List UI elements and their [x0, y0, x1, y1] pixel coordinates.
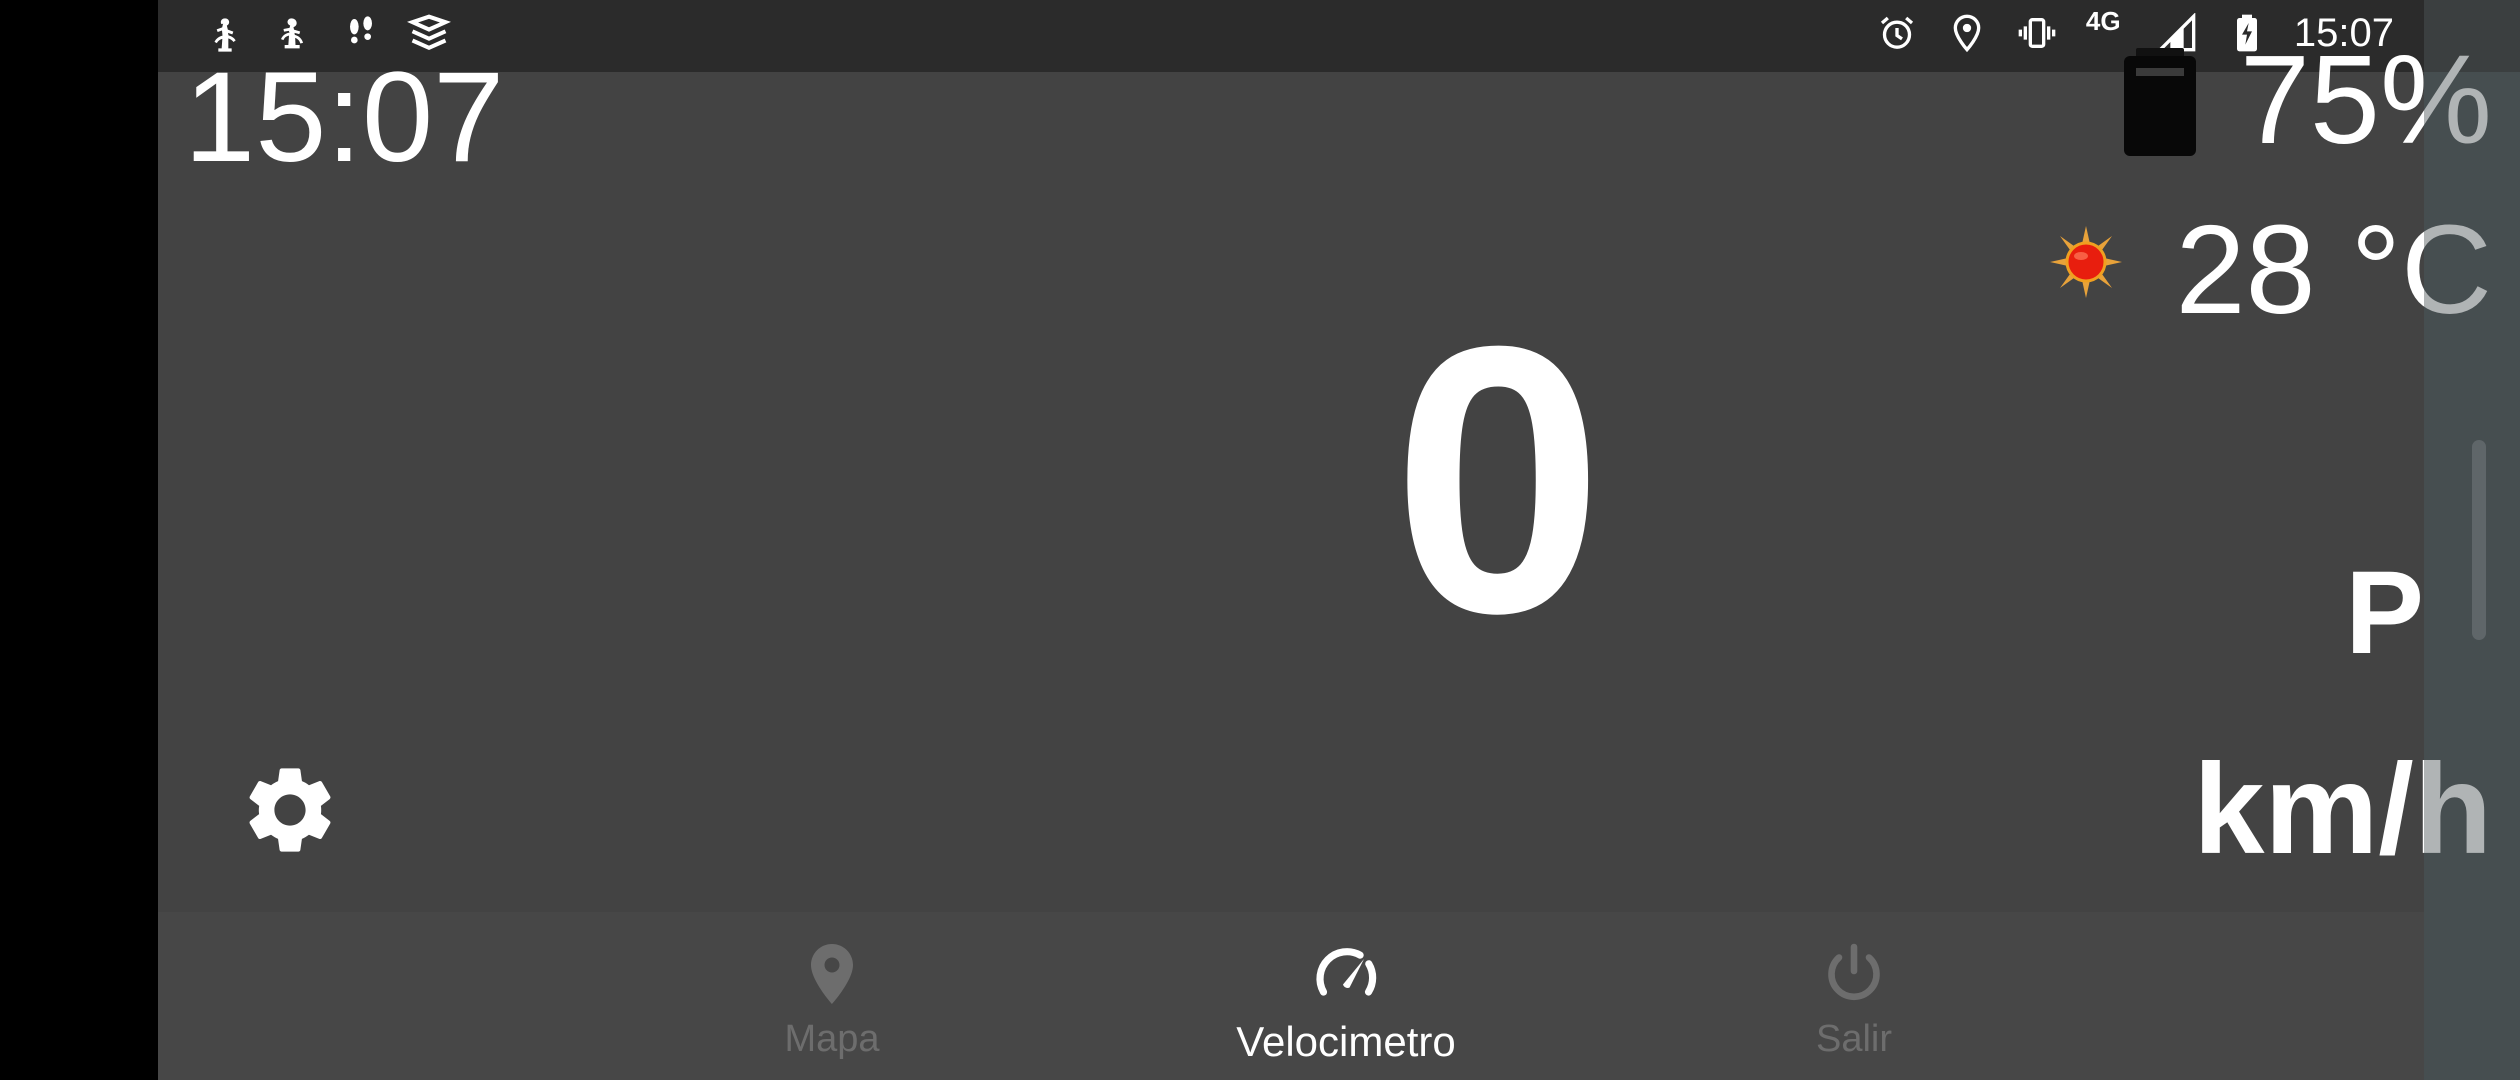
bottom-navigation: Mapa Velocimetro Salir: [158, 912, 2424, 1080]
nav-item-salir[interactable]: Salir: [1704, 938, 2004, 1078]
gear-icon: [249, 768, 331, 852]
speed-value: 0: [1392, 267, 1604, 692]
temperature-value: 28 °C: [2175, 199, 2492, 340]
nav-label-salir: Salir: [1815, 1018, 1893, 1060]
gear-indicator: P: [2345, 547, 2424, 679]
settings-button[interactable]: [238, 758, 342, 862]
battery-icon: [2124, 48, 2196, 156]
alarm-icon: [1874, 10, 1920, 56]
nav-label-mapa: Mapa: [784, 1018, 880, 1060]
speedometer-icon: [1316, 948, 1377, 996]
battery-value: 75%: [2239, 29, 2492, 170]
power-icon: [1828, 943, 1880, 1001]
network-4g-icon: 4G: [2085, 6, 2121, 36]
vibrate-icon: [2014, 10, 2060, 56]
speedometer-screen: 4G 15:07 15:07 75% 28 °C 0 P km/h Mapa V…: [158, 0, 2520, 1080]
sun-icon: [2050, 226, 2122, 298]
location-icon: [1944, 10, 1990, 56]
speed-unit: km/h: [2193, 738, 2492, 881]
nav-item-velocimetro[interactable]: Velocimetro: [1196, 938, 1496, 1078]
scrollbar-thumb[interactable]: [2472, 440, 2486, 640]
nav-label-velocimetro: Velocimetro: [1236, 1018, 1456, 1065]
nav-item-mapa[interactable]: Mapa: [682, 938, 982, 1078]
map-pin-icon: [811, 944, 853, 1004]
dashboard-clock: 15:07: [184, 46, 505, 189]
